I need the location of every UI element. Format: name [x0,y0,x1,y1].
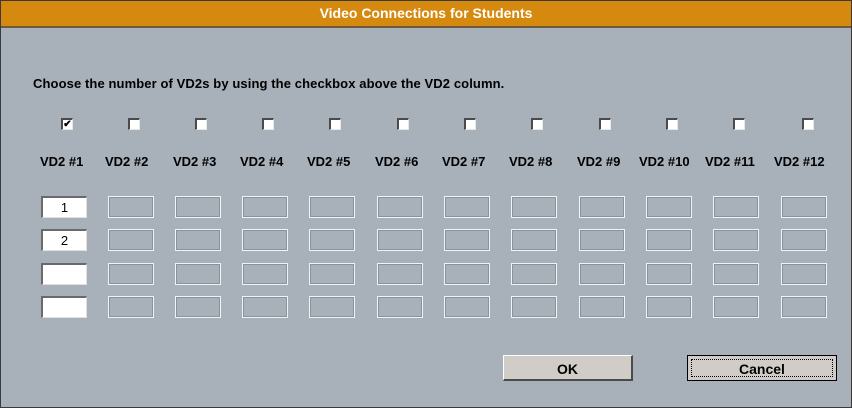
vd2-3-row-1-field [175,196,221,218]
vd2-6-row-3-field [377,263,423,285]
vd2-1-row-4-field[interactable] [41,296,87,318]
vd2-2-row-3-field [108,263,154,285]
vd2-2-row-1-field [108,196,154,218]
cancel-button-label: Cancel [691,359,833,377]
vd2-3-row-3-field [175,263,221,285]
vd2-10-row-1-field [646,196,692,218]
vd2-4-checkbox[interactable] [262,118,274,130]
vd2-1-row-1-field[interactable]: 1 [41,196,87,218]
vd2-11-row-2-field [713,229,759,251]
vd2-6-checkbox[interactable] [397,118,409,130]
vd2-11-row-4-field [713,296,759,318]
vd2-6-label: VD2 #6 [375,154,419,169]
vd2-9-row-4-field [579,296,625,318]
vd2-8-row-3-field [511,263,557,285]
vd2-5-row-1-field [309,196,355,218]
vd2-10-row-2-field [646,229,692,251]
vd2-7-checkbox[interactable] [464,118,476,130]
vd2-10-row-3-field [646,263,692,285]
vd2-1-row-2-field[interactable]: 2 [41,229,87,251]
vd2-1-row-3-field[interactable] [41,263,87,285]
vd2-9-row-3-field [579,263,625,285]
vd2-12-label: VD2 #12 [774,154,825,169]
vd2-5-row-3-field [309,263,355,285]
vd2-3-checkbox[interactable] [195,118,207,130]
vd2-4-row-1-field [242,196,288,218]
vd2-5-label: VD2 #5 [307,154,351,169]
vd2-7-row-2-field [444,229,490,251]
vd2-12-row-1-field [781,196,827,218]
vd2-6-row-1-field [377,196,423,218]
vd2-11-row-1-field [713,196,759,218]
video-connections-dialog: Video Connections for Students Choose th… [0,0,852,408]
dialog-title: Video Connections for Students [1,1,851,28]
vd2-12-row-2-field [781,229,827,251]
vd2-3-row-4-field [175,296,221,318]
vd2-5-row-2-field [309,229,355,251]
vd2-10-row-4-field [646,296,692,318]
vd2-1-label: VD2 #1 [40,154,84,169]
vd2-1-checkbox[interactable]: ✔ [61,118,73,130]
cancel-button[interactable]: Cancel [687,355,837,381]
vd2-7-label: VD2 #7 [442,154,486,169]
vd2-5-row-4-field [309,296,355,318]
vd2-3-label: VD2 #3 [173,154,217,169]
instruction-text: Choose the number of VD2s by using the c… [33,76,505,91]
vd2-8-checkbox[interactable] [531,118,543,130]
vd2-10-checkbox[interactable] [666,118,678,130]
vd2-2-row-2-field [108,229,154,251]
vd2-8-row-2-field [511,229,557,251]
ok-button-label: OK [557,361,578,377]
vd2-4-row-4-field [242,296,288,318]
vd2-4-row-3-field [242,263,288,285]
vd2-12-row-4-field [781,296,827,318]
vd2-11-checkbox[interactable] [733,118,745,130]
vd2-8-row-4-field [511,296,557,318]
vd2-6-row-4-field [377,296,423,318]
vd2-8-row-1-field [511,196,557,218]
vd2-11-row-3-field [713,263,759,285]
vd2-9-row-1-field [579,196,625,218]
vd2-12-checkbox[interactable] [802,118,814,130]
vd2-6-row-2-field [377,229,423,251]
ok-button[interactable]: OK [503,355,633,381]
vd2-11-label: VD2 #11 [705,154,755,169]
vd2-9-checkbox[interactable] [599,118,611,130]
vd2-9-row-2-field [579,229,625,251]
vd2-2-row-4-field [108,296,154,318]
vd2-5-checkbox[interactable] [329,118,341,130]
vd2-2-label: VD2 #2 [105,154,149,169]
vd2-10-label: VD2 #10 [639,154,690,169]
vd2-12-row-3-field [781,263,827,285]
vd2-4-row-2-field [242,229,288,251]
vd2-8-label: VD2 #8 [509,154,553,169]
vd2-7-row-3-field [444,263,490,285]
vd2-7-row-1-field [444,196,490,218]
vd2-4-label: VD2 #4 [240,154,284,169]
vd2-9-label: VD2 #9 [577,154,621,169]
vd2-3-row-2-field [175,229,221,251]
vd2-7-row-4-field [444,296,490,318]
vd2-2-checkbox[interactable] [128,118,140,130]
